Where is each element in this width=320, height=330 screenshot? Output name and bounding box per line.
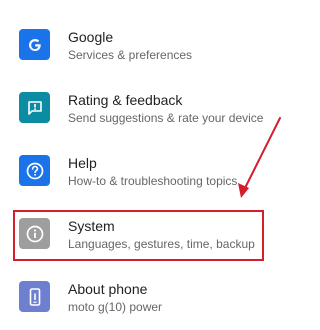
- google-g-icon: [19, 29, 50, 60]
- highlight-box: [13, 210, 264, 261]
- item-title: Rating & feedback: [68, 92, 183, 108]
- feedback-icon: [19, 92, 50, 123]
- annotation-arrow-icon: [238, 117, 281, 198]
- item-title: Help: [68, 155, 97, 171]
- item-title: About phone: [68, 281, 148, 297]
- settings-item-about-phone[interactable]: About phone moto g(10) power: [0, 268, 287, 324]
- item-subtitle: Services & preferences: [68, 48, 193, 62]
- help-icon: [19, 155, 50, 186]
- settings-item-google[interactable]: Google Services & preferences: [0, 16, 287, 72]
- phone-icon: [19, 281, 50, 312]
- item-subtitle: How-to & troubleshooting topics: [68, 174, 238, 188]
- item-title: Google: [68, 29, 114, 45]
- item-subtitle: moto g(10) power: [68, 300, 163, 314]
